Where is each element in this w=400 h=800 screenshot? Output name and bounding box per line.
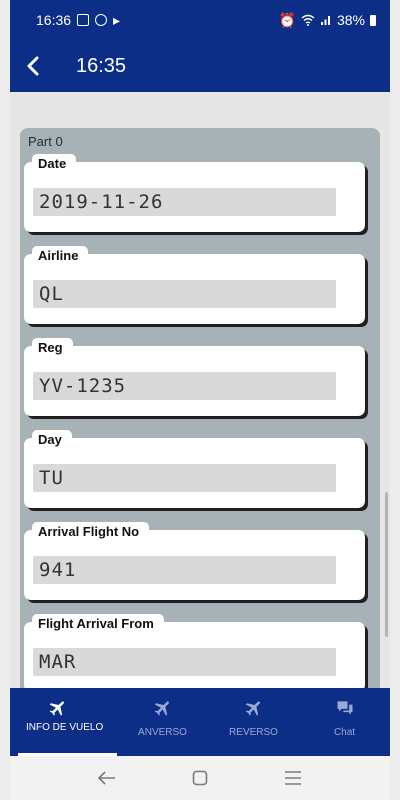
back-button[interactable] (10, 40, 56, 92)
tab-reverso[interactable]: REVERSO (208, 688, 299, 756)
signal-icon (320, 16, 330, 25)
arrival-flight-no-field: Arrival Flight No 941 (24, 522, 365, 600)
chat-icon (337, 701, 352, 715)
date-field: Date 2019-11-26 (24, 154, 365, 232)
airplane-icon (154, 701, 169, 716)
field-label: Flight Arrival From (32, 614, 164, 633)
field-label: Airline (32, 246, 89, 265)
alarm-icon: ⏰ (278, 11, 296, 28)
reg-field: Reg YV-1235 (24, 338, 365, 416)
home-icon[interactable] (192, 770, 208, 786)
play-icon: ▸ (113, 11, 121, 28)
scrollbar[interactable] (385, 492, 388, 637)
tab-info-de-vuelo[interactable]: INFO DE VUELO (10, 688, 117, 756)
flight-arrival-from-field: Flight Arrival From MAR (24, 614, 365, 688)
flight-arrival-from-input[interactable]: MAR (33, 648, 336, 676)
tab-label: REVERSO (229, 727, 278, 738)
tab-label: Chat (333, 727, 356, 738)
battery-percent: 38% (336, 12, 365, 28)
content-area[interactable]: Part 0 Date 2019-11-26 Airline QL Reg YV… (10, 92, 390, 688)
airline-field: Airline QL (24, 246, 365, 324)
airplane-icon (49, 701, 64, 716)
status-time: 16:36 (36, 12, 72, 28)
field-label: Day (32, 430, 72, 449)
shield-icon (95, 14, 108, 26)
back-arrow-icon[interactable] (98, 771, 116, 785)
tab-label: ANVERSO (138, 727, 187, 738)
wifi-icon (301, 14, 315, 26)
page-title: 16:35 (76, 54, 127, 77)
field-label: Arrival Flight No (32, 522, 150, 541)
airplane-icon (245, 701, 260, 716)
bottom-nav: INFO DE VUELO ANVERSO REVERSO Chat (10, 688, 390, 756)
arrival-flight-no-input[interactable]: 941 (33, 556, 336, 584)
tab-anverso[interactable]: ANVERSO (117, 688, 208, 756)
recents-icon[interactable] (284, 771, 302, 785)
app-bar: 16:35 (10, 40, 390, 92)
battery-icon (370, 14, 376, 26)
field-label: Reg (32, 338, 73, 357)
chevron-left-icon (27, 56, 39, 76)
tab-chat[interactable]: Chat (299, 688, 390, 756)
tab-label: INFO DE VUELO (26, 722, 104, 733)
status-bar: 16:36 ▸ ⏰ 38% (10, 0, 390, 40)
day-field: Day TU (24, 430, 365, 508)
part-panel: Part 0 Date 2019-11-26 Airline QL Reg YV… (20, 128, 380, 688)
reg-input[interactable]: YV-1235 (33, 372, 336, 400)
airline-input[interactable]: QL (33, 280, 336, 308)
gallery-icon (77, 14, 90, 26)
day-input[interactable]: TU (33, 464, 336, 492)
date-input[interactable]: 2019-11-26 (33, 188, 336, 216)
part-label: Part 0 (28, 134, 63, 149)
field-label: Date (32, 154, 77, 173)
system-nav-bar (10, 756, 390, 800)
